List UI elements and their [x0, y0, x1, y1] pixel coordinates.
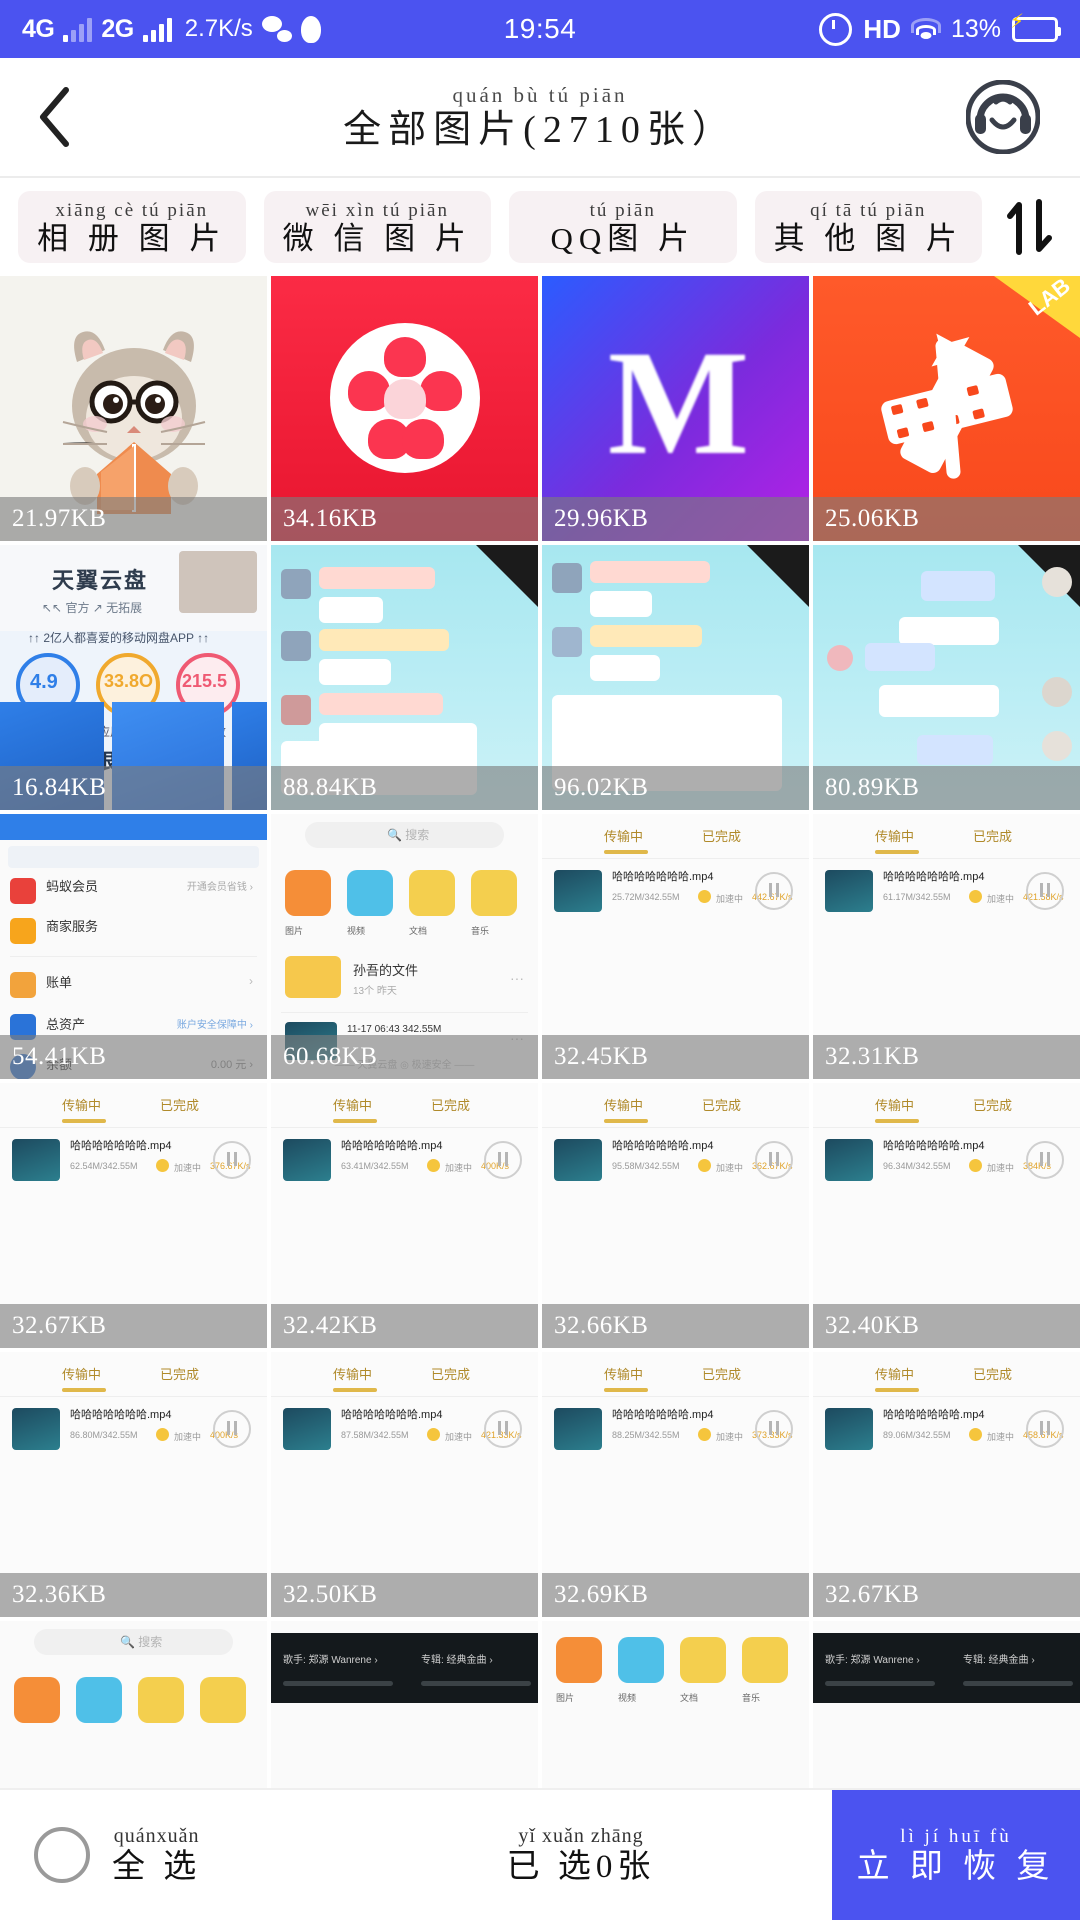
status-bar: 4G 2G 2.7K/s 19:54 HD 13% ⚡ [0, 0, 1080, 58]
back-chevron-icon [40, 87, 69, 147]
grid-item[interactable]: 传输中 已完成 哈哈哈哈哈哈哈.mp4 88.25M/342.55M 加速中 37… [542, 1352, 809, 1617]
customer-service-icon [965, 79, 1041, 155]
grid-item[interactable]: 传输中 已完成 哈哈哈哈哈哈哈.mp4 61.17M/342.55M 加速中 42… [813, 814, 1080, 1079]
file-size-label: 32.67KB [0, 1304, 267, 1348]
file-size-label: 32.50KB [271, 1573, 538, 1617]
thumbnail-image: 🔍 搜索 [0, 1621, 267, 1788]
tab-wechat-images[interactable]: wēi xìn tú piān 微 信 图 片 [263, 191, 491, 263]
thumbnail-image: 歌手: 郑源 Wanrene › 专辑: 经典金曲 › [813, 1621, 1080, 1788]
tab-pinyin: xiāng cè tú piān [55, 199, 209, 221]
hamster-illustration-icon [62, 331, 205, 514]
select-all-checkbox-icon[interactable] [34, 1827, 90, 1883]
file-size-label: 29.96KB [542, 497, 809, 541]
file-size-label: 32.67KB [813, 1573, 1080, 1617]
page-title: quán bù tú piān 全部图片(2710张） [0, 83, 1080, 151]
app-logo-icon [329, 322, 480, 473]
grid-item[interactable]: 🔍 搜索 图片 视频 文档 音乐 孙吾的文件 13个 昨天 ··· 11-17 … [271, 814, 538, 1079]
file-size-label: 54.41KB [0, 1035, 267, 1079]
file-size-label: 32.36KB [0, 1573, 267, 1617]
tab-label: 其 他 图 片 [773, 220, 963, 256]
hd-label: HD [863, 13, 901, 44]
page-title-text: 全部图片(2710张） [343, 109, 737, 151]
selected-count-pinyin: yǐ xuǎn zhāng [518, 1825, 644, 1847]
grid-item[interactable]: 96.02KB [542, 545, 809, 810]
grid-item[interactable]: 图片 视频 文档 音乐 [542, 1621, 809, 1788]
magic-wand-film-icon [880, 333, 1013, 479]
page-header: quán bù tú piān 全部图片(2710张） [0, 58, 1080, 176]
select-all-label: 全 选 [112, 1849, 202, 1885]
file-size-label: 34.16KB [271, 497, 538, 541]
tab-label: QQ图 片 [550, 220, 696, 256]
grid-item[interactable]: 传输中 已完成 哈哈哈哈哈哈哈.mp4 96.34M/342.55M 加速中 38… [813, 1083, 1080, 1348]
selected-count-label: 已 选0张 [506, 1849, 656, 1885]
select-all-button[interactable]: quánxuǎn 全 选 [0, 1790, 330, 1920]
file-size-label: 21.97KB [0, 497, 267, 541]
file-size-label: 32.40KB [813, 1304, 1080, 1348]
sort-updown-icon [1007, 199, 1052, 255]
restore-now-button[interactable]: lì jí huī fù 立 即 恢 复 [832, 1790, 1080, 1920]
grid-item[interactable]: 21.97KB [0, 276, 267, 541]
grid-item[interactable]: 传输中 已完成 哈哈哈哈哈哈哈.mp4 63.41M/342.55M 加速中 40… [271, 1083, 538, 1348]
file-size-label: 60.68KB [271, 1035, 538, 1079]
back-button[interactable] [0, 58, 110, 176]
page-title-pinyin: quán bù tú piān [452, 83, 628, 107]
status-bar-right: HD 13% ⚡ [819, 0, 1061, 58]
grid-item[interactable]: 88.84KB [271, 545, 538, 810]
file-size-label: 32.69KB [542, 1573, 809, 1617]
grid-item[interactable]: 34.16KB [271, 276, 538, 541]
customer-service-button[interactable] [965, 79, 1041, 155]
file-size-label: 80.89KB [813, 766, 1080, 810]
selected-count: yǐ xuǎn zhāng 已 选0张 [330, 1790, 832, 1920]
file-size-label: 25.06KB [813, 497, 1080, 541]
grid-item[interactable]: 传输中 已完成 哈哈哈哈哈哈哈.mp4 86.80M/342.55M 加速中 40… [0, 1352, 267, 1617]
grid-item[interactable]: 传输中 已完成 哈哈哈哈哈哈哈.mp4 62.54M/342.55M 加速中 37… [0, 1083, 267, 1348]
tab-label: 微 信 图 片 [282, 220, 472, 256]
tab-label: 相 册 图 片 [37, 220, 227, 256]
restore-label: 立 即 恢 复 [856, 1848, 1056, 1885]
bottom-action-bar: quánxuǎn 全 选 yǐ xuǎn zhāng 已 选0张 lì jí h… [0, 1788, 1080, 1920]
tab-pinyin: qí tā tú piān [810, 199, 927, 221]
thumbnail-image: 图片 视频 文档 音乐 [542, 1621, 809, 1788]
file-size-label: 32.42KB [271, 1304, 538, 1348]
image-grid: 21.97KB 34.16KB M 29.96KB LAB 25.06KB 天翼… [0, 276, 1080, 1788]
grid-item[interactable]: 天翼云盘 ↖↖ 官方 ↗ 无拓展 ↑↑ 2亿人都喜爱的移动网盘APP ↑↑ 4.… [0, 545, 267, 810]
grid-item[interactable]: 歌手: 郑源 Wanrene › 专辑: 经典金曲 › [271, 1621, 538, 1788]
wifi-icon [910, 18, 941, 40]
tab-other-images[interactable]: qí tā tú piān 其 他 图 片 [754, 191, 982, 263]
grid-item[interactable]: 🔍 搜索 [0, 1621, 267, 1788]
grid-item[interactable]: LAB 25.06KB [813, 276, 1080, 541]
thumbnail-image: 歌手: 郑源 Wanrene › 专辑: 经典金曲 › [271, 1621, 538, 1788]
sort-button[interactable] [1000, 191, 1062, 263]
file-size-label: 32.31KB [813, 1035, 1080, 1079]
file-size-label: 96.02KB [542, 766, 809, 810]
battery-percent: 13% [950, 14, 1001, 43]
grid-item[interactable]: 传输中 已完成 哈哈哈哈哈哈哈.mp4 89.06M/342.55M 加速中 45… [813, 1352, 1080, 1617]
grid-item[interactable]: 传输中 已完成 哈哈哈哈哈哈哈.mp4 25.72M/342.55M 加速中 44… [542, 814, 809, 1079]
phone-screen: 4G 2G 2.7K/s 19:54 HD 13% ⚡ quán bù tú p… [0, 0, 1080, 1920]
grid-item[interactable]: 蚂蚁会员 开通会员省钱 › 商家服务 账单 › 总资产 账户安全保障中 › 余额… [0, 814, 267, 1079]
grid-item[interactable]: 80.89KB [813, 545, 1080, 810]
battery-charging-icon: ⚡ [1010, 12, 1061, 42]
file-size-label: 32.45KB [542, 1035, 809, 1079]
select-all-pinyin: quánxuǎn [113, 1825, 200, 1847]
corner-fold [476, 545, 538, 607]
tab-qq-images[interactable]: tú piān QQ图 片 [509, 191, 737, 263]
app-logo-icon: M [607, 320, 750, 487]
grid-item[interactable]: 歌手: 郑源 Wanrene › 专辑: 经典金曲 › [813, 1621, 1080, 1788]
file-size-label: 16.84KB [0, 766, 267, 810]
restore-pinyin: lì jí huī fù [900, 1825, 1012, 1847]
grid-item[interactable]: M 29.96KB [542, 276, 809, 541]
corner-fold [747, 545, 809, 607]
alarm-icon [819, 12, 853, 46]
filter-tab-bar: xiāng cè tú piān 相 册 图 片 wēi xìn tú piān… [0, 178, 1080, 276]
file-size-label: 32.66KB [542, 1304, 809, 1348]
tab-pinyin: tú piān [589, 199, 656, 221]
tab-pinyin: wēi xìn tú piān [305, 199, 449, 221]
file-size-label: 88.84KB [271, 766, 538, 810]
grid-item[interactable]: 传输中 已完成 哈哈哈哈哈哈哈.mp4 87.58M/342.55M 加速中 42… [271, 1352, 538, 1617]
grid-item[interactable]: 传输中 已完成 哈哈哈哈哈哈哈.mp4 95.58M/342.55M 加速中 36… [542, 1083, 809, 1348]
tab-album-images[interactable]: xiāng cè tú piān 相 册 图 片 [18, 191, 246, 263]
